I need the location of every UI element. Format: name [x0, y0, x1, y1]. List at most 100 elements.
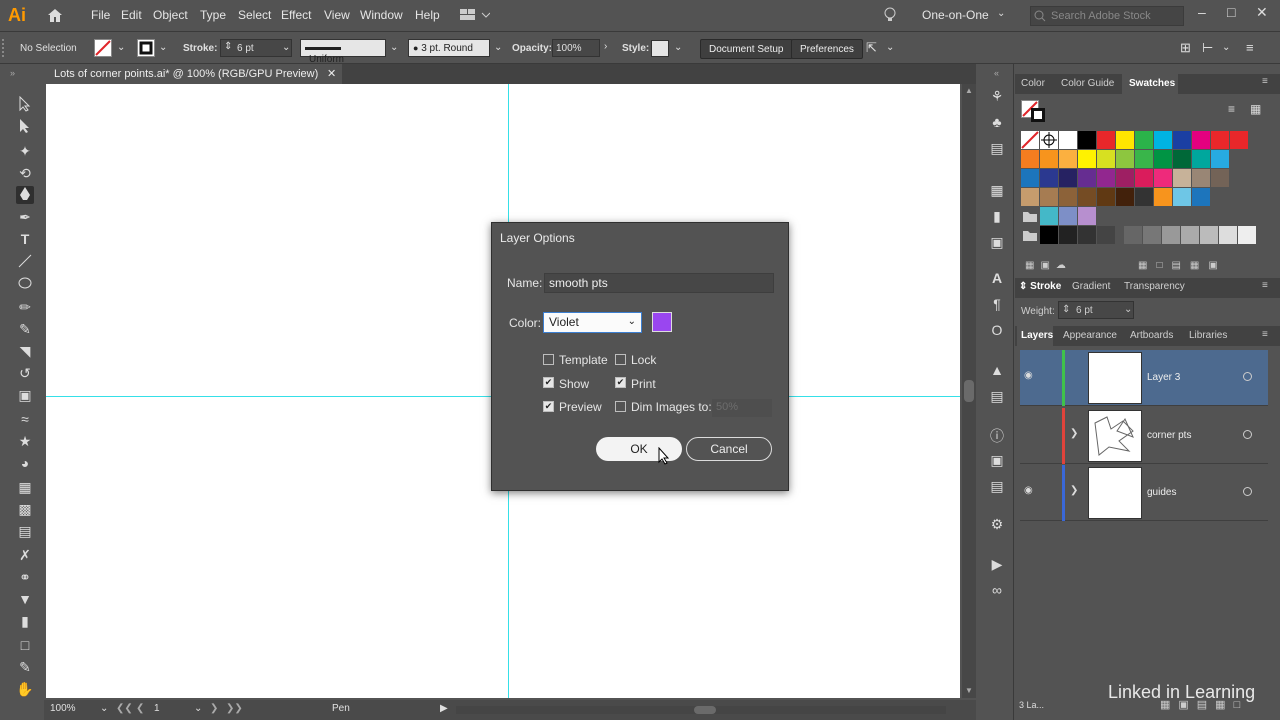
color-swatch[interactable] [1078, 131, 1096, 149]
expand-chevron-icon[interactable]: ❯ [1070, 428, 1078, 439]
tab-appearance[interactable]: Appearance [1063, 330, 1117, 341]
target-icon[interactable] [1243, 430, 1252, 439]
color-swatch[interactable] [1219, 226, 1237, 244]
puppet-warp-tool-icon[interactable]: ★ [16, 432, 34, 450]
menu-window[interactable]: Window [360, 8, 403, 22]
color-swatch[interactable] [1192, 150, 1210, 168]
symbols-icon[interactable]: ♣ [988, 114, 1006, 132]
transform-dropdown-icon[interactable]: ⌄ [1222, 42, 1230, 53]
color-swatch[interactable] [1211, 169, 1229, 187]
stroke-weight-input[interactable]: 6 pt [237, 43, 254, 54]
color-swatch[interactable] [1135, 188, 1153, 206]
layer-name-input[interactable]: smooth pts [544, 273, 774, 293]
grid-view-icon[interactable]: ▦ [1250, 102, 1261, 116]
transform-icon[interactable]: ⊢ [1202, 40, 1213, 56]
tab-swatches[interactable]: Swatches [1129, 78, 1175, 89]
color-swatch[interactable] [1097, 131, 1115, 149]
layer-color-select[interactable]: Violet ⌄ [543, 312, 642, 333]
color-swatch[interactable] [1173, 150, 1191, 168]
blend-tool-icon[interactable]: ⚭ [16, 568, 34, 586]
align-icon[interactable]: ⇱ [866, 40, 877, 56]
color-swatch[interactable] [1173, 169, 1191, 187]
curvature-tool-icon[interactable]: ✒ [16, 208, 34, 226]
opentype-icon[interactable]: O [988, 322, 1006, 340]
eyedropper-tool-icon[interactable]: ✗ [16, 546, 34, 564]
dim-images-input[interactable]: 50% [712, 399, 772, 417]
hand-tool-icon[interactable]: ✋ [16, 680, 34, 698]
tab-transparency[interactable]: Transparency [1124, 281, 1185, 292]
layer-name[interactable]: guides [1147, 487, 1176, 498]
appearance-settings-icon[interactable]: ⚙ [988, 516, 1006, 534]
control-menu-icon[interactable]: ≡ [1246, 40, 1254, 55]
asset-export-icon[interactable]: ▤ [988, 140, 1006, 158]
tab-gradient[interactable]: Gradient [1072, 281, 1110, 292]
shape-builder-tool-icon[interactable]: ◕ [16, 454, 34, 472]
actions-play-icon[interactable]: ▶ [988, 556, 1006, 574]
paintbrush-tool-icon[interactable]: ✏ [16, 298, 34, 316]
stroke-weight-dropdown-icon[interactable]: ⌄ [282, 42, 290, 53]
tab-stroke[interactable]: ⇕ Stroke [1019, 281, 1061, 292]
document-info-icon[interactable]: ▣ [988, 452, 1006, 470]
info-icon[interactable]: ⓘ [988, 426, 1006, 444]
tab-libraries[interactable]: Libraries [1189, 330, 1227, 341]
arrange-documents-icon[interactable] [460, 8, 491, 25]
last-artboard-icon[interactable]: ❯❯ [226, 703, 243, 714]
color-swatch[interactable] [1116, 169, 1134, 187]
menu-effect[interactable]: Effect [281, 8, 311, 22]
swatch-grid[interactable] [1021, 131, 1256, 249]
slice-tool-icon[interactable]: ✎ [16, 658, 34, 676]
artboard-tool-icon[interactable]: □ [16, 636, 34, 654]
layer-name[interactable]: Layer 3 [1147, 372, 1180, 383]
close-window-icon[interactable]: ✕ [1256, 4, 1268, 21]
color-swatch[interactable] [1135, 131, 1153, 149]
prev-artboard-icon[interactable]: ❮ [136, 703, 144, 714]
profile-dropdown-icon[interactable]: ⌄ [390, 42, 398, 53]
swatch-library-icons[interactable]: ▦▣☁ [1025, 260, 1072, 271]
zoom-level[interactable]: 100% [50, 703, 76, 714]
preview-checkbox[interactable]: ✔ [543, 401, 554, 412]
brush-definition[interactable]: ● 3 pt. Round [408, 39, 490, 57]
fill-none-icon[interactable] [94, 39, 112, 57]
target-icon[interactable] [1243, 487, 1252, 496]
stroke-panel-menu-icon[interactable]: ≡ [1262, 280, 1268, 291]
navigator-icon[interactable]: ▤ [988, 478, 1006, 496]
ellipse-tool-icon[interactable] [16, 276, 34, 294]
artboard-dropdown-icon[interactable]: ⌄ [194, 703, 202, 714]
color-swatch[interactable] [1078, 226, 1096, 244]
home-icon[interactable] [46, 7, 64, 26]
lock-checkbox[interactable] [615, 354, 626, 365]
color-swatch[interactable] [1059, 188, 1077, 206]
first-artboard-icon[interactable]: ❮❮ [116, 703, 133, 714]
layer-row-corner-pts[interactable]: ❯ corner pts [1020, 408, 1268, 464]
color-swatch[interactable] [1078, 169, 1096, 187]
color-swatch[interactable] [1135, 150, 1153, 168]
expand-chevron-icon[interactable]: ❯ [1070, 485, 1078, 496]
scroll-up-icon[interactable]: ▲ [965, 86, 973, 95]
color-swatch[interactable] [1116, 150, 1134, 168]
stroke-swatch-icon[interactable] [1031, 108, 1045, 122]
tab-artboards[interactable]: Artboards [1130, 330, 1173, 341]
graphic-style-swatch[interactable] [651, 40, 669, 57]
selection-tool-icon[interactable] [16, 95, 34, 114]
template-checkbox[interactable] [543, 354, 554, 365]
show-checkbox[interactable]: ✔ [543, 377, 554, 388]
color-swatch[interactable] [1192, 131, 1210, 149]
next-artboard-icon[interactable]: ❯ [210, 703, 218, 714]
color-swatch[interactable] [1116, 131, 1134, 149]
workspace-switcher[interactable]: One-on-One [922, 8, 989, 22]
menu-view[interactable]: View [324, 8, 350, 22]
color-swatch[interactable] [1059, 207, 1077, 225]
pen-tool-icon[interactable] [16, 186, 34, 204]
color-swatch[interactable] [1097, 226, 1115, 244]
target-icon[interactable] [1243, 372, 1252, 381]
horizontal-scroll-thumb[interactable] [694, 706, 716, 714]
color-swatch[interactable] [1097, 188, 1115, 206]
align-dropdown-icon[interactable]: ⌄ [886, 42, 894, 53]
close-tab-icon[interactable]: ✕ [327, 67, 336, 80]
color-swatch[interactable] [1230, 131, 1248, 149]
character-icon[interactable]: A [988, 270, 1006, 288]
color-swatch[interactable] [1021, 188, 1039, 206]
color-swatch[interactable] [1211, 150, 1229, 168]
minimize-icon[interactable]: – [1198, 4, 1206, 20]
color-swatch[interactable] [1238, 226, 1256, 244]
